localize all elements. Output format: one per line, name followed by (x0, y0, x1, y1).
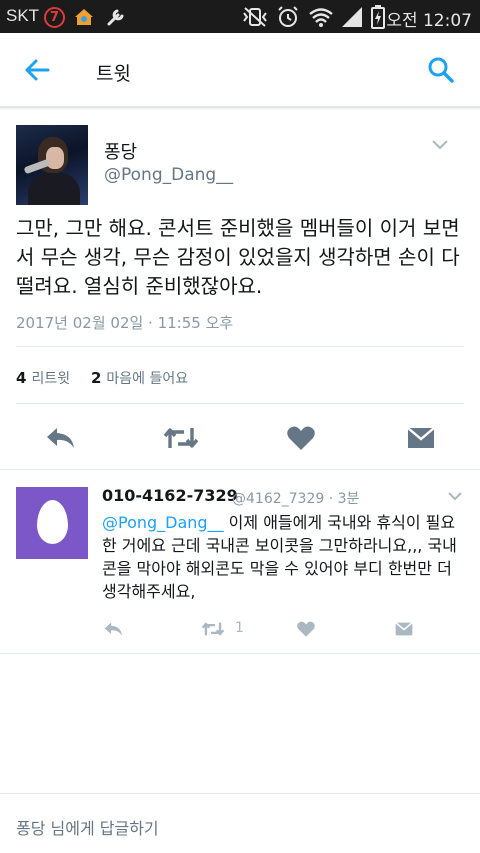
message-icon[interactable] (406, 424, 436, 452)
wifi-icon (309, 8, 333, 27)
reply-compose-bar[interactable]: 퐁당 님에게 답글하기 (0, 793, 480, 853)
retweet-count-label[interactable]: 리트윗 (31, 371, 70, 387)
avatar[interactable] (16, 487, 88, 559)
reply-retweet-count: 1 (235, 620, 244, 636)
retweet-count[interactable]: 4 (16, 369, 26, 387)
retweet-icon[interactable] (162, 424, 200, 452)
carrier-label: SKT (6, 6, 40, 25)
notification-badge: 7 (44, 7, 65, 28)
divider (0, 653, 480, 654)
chevron-down-icon[interactable] (430, 138, 450, 152)
chevron-down-icon[interactable] (446, 490, 464, 502)
signal-icon (342, 7, 362, 27)
home-app-icon (75, 9, 93, 25)
reply-tweet[interactable]: 010-4162-7329 @4162_7329 · 3분 @Pong_Dang… (0, 470, 480, 653)
tweet-timestamp: 2017년 02월 02일 · 11:55 오후 (16, 314, 234, 332)
mention-link[interactable]: @Pong_Dang__ (102, 513, 224, 532)
like-count-label[interactable]: 마음에 들어요 (106, 371, 188, 387)
like-count[interactable]: 2 (91, 369, 101, 387)
status-bar: SKT 7 오전 12:07 (0, 0, 480, 33)
heart-icon[interactable] (286, 424, 316, 452)
retweet-icon[interactable] (200, 620, 226, 638)
app-bar: 트윗 (0, 33, 480, 108)
avatar[interactable] (16, 125, 88, 205)
egg-icon (37, 500, 68, 544)
battery-icon (371, 5, 385, 29)
search-icon[interactable] (426, 55, 456, 85)
vibrate-mute-icon (243, 7, 267, 27)
divider (16, 403, 464, 404)
heart-icon[interactable] (296, 620, 316, 638)
divider (16, 346, 464, 347)
reply-text: @Pong_Dang__ 이제 애들에게 국내와 휴식이 필요한 거에요 근데 … (102, 511, 468, 603)
alarm-icon (278, 6, 298, 27)
tweet-handle[interactable]: @Pong_Dang__ (104, 165, 233, 185)
reply-display-name[interactable]: 010-4162-7329 (102, 486, 238, 505)
engagement-counts: 4 리트윗 2 마음에 들어요 (16, 368, 188, 388)
reply-handle-time: @4162_7329 · 3분 (232, 491, 360, 507)
message-icon[interactable] (394, 620, 414, 638)
reply-icon[interactable] (102, 620, 124, 638)
wrench-icon (107, 9, 124, 26)
page-title: 트윗 (96, 63, 131, 85)
back-arrow-icon[interactable] (22, 55, 52, 85)
status-time: 오전 12:07 (386, 11, 472, 31)
tweet-text: 그만, 그만 해요. 콘서트 준비했을 멤버들이 이거 보면서 무슨 생각, 무… (16, 216, 460, 298)
reply-icon[interactable] (44, 424, 76, 452)
tweet-display-name[interactable]: 퐁당 (104, 138, 137, 164)
reply-input-placeholder[interactable]: 퐁당 님에게 답글하기 (16, 815, 159, 839)
